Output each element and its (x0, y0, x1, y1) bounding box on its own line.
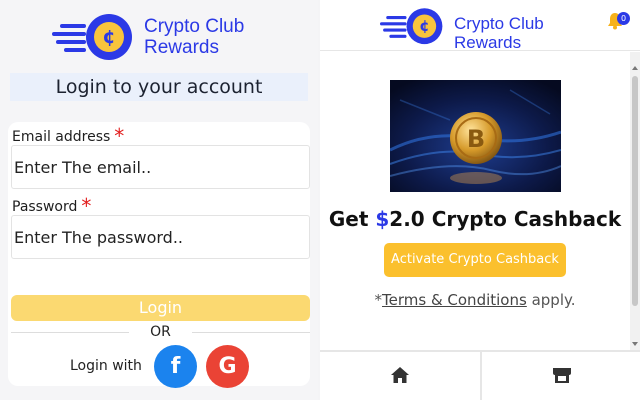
login-button[interactable]: Login (11, 295, 310, 321)
scroll-thumb[interactable] (632, 76, 638, 306)
logo-text: Crypto Club Rewards (144, 16, 245, 58)
tab-home[interactable] (320, 352, 480, 400)
logo: ¢ Crypto Club Rewards (52, 6, 244, 68)
store-icon (553, 368, 571, 383)
svg-text:B: B (467, 125, 485, 153)
login-with-label: Login with (70, 358, 142, 374)
notification-badge: 0 (617, 12, 630, 25)
login-form: Email address * Enter The email.. Passwor… (8, 122, 310, 388)
logo-coin-icon: ¢ (380, 2, 447, 50)
header: ¢ Crypto Club Rewards 0 (320, 0, 640, 52)
scroll-up-arrow-icon[interactable] (632, 66, 638, 70)
home-icon (391, 367, 409, 383)
footer-nav (320, 350, 640, 400)
or-divider: OR (11, 324, 310, 340)
rewards-content: B Get $2.0 Crypto Cashback Activate Cryp… (320, 52, 630, 342)
password-field[interactable]: Enter The password.. (11, 215, 310, 259)
facebook-icon: f (170, 354, 181, 379)
facebook-login-button[interactable]: f (154, 345, 197, 388)
page-title: Login to your account (10, 73, 308, 101)
google-icon: G (218, 354, 237, 379)
email-field[interactable]: Enter The email.. (11, 145, 310, 189)
bitcoin-coin-image: B (390, 80, 561, 192)
google-login-button[interactable]: G (206, 345, 249, 388)
screen: ¢ Crypto Club Rewards Login to your acco… (0, 0, 640, 400)
activate-cashback-button[interactable]: Activate Crypto Cashback (384, 243, 566, 277)
scroll-down-arrow-icon[interactable] (632, 342, 638, 346)
or-text: OR (142, 324, 179, 340)
terms-link[interactable]: Terms & Conditions (382, 291, 527, 309)
logo-text: Crypto Club Rewards (454, 14, 544, 52)
logo-coin-icon: ¢ (52, 6, 138, 68)
login-panel: ¢ Crypto Club Rewards Login to your acco… (0, 0, 318, 400)
rewards-panel: ¢ Crypto Club Rewards 0 B Get $2.0 Crypt… (320, 0, 640, 400)
scrollbar[interactable] (630, 52, 640, 350)
cashback-title: Get $2.0 Crypto Cashback (328, 207, 622, 231)
terms-note: *Terms & Conditions apply. (374, 291, 576, 309)
tab-store[interactable] (480, 352, 640, 400)
